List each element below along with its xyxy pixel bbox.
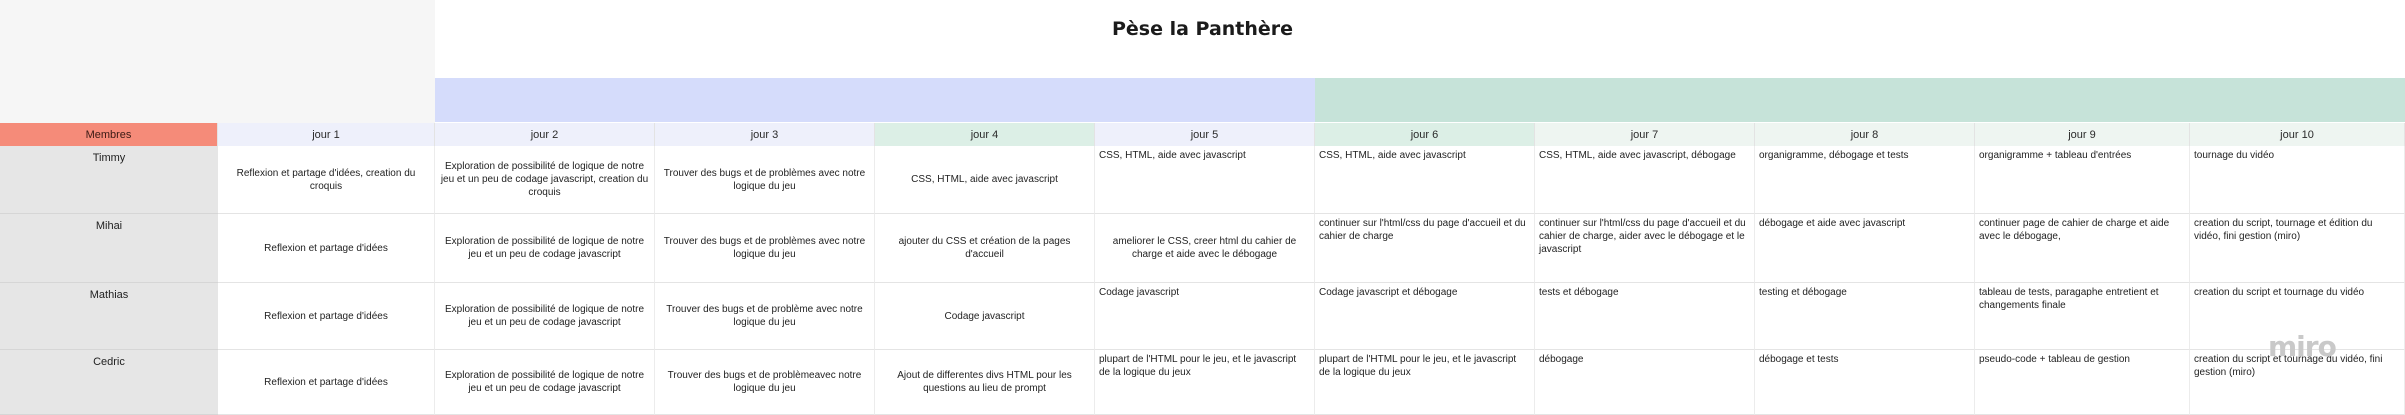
table-cell[interactable]: plupart de l'HTML pour le jeu, et le jav…: [1095, 350, 1315, 415]
table-cell[interactable]: continuer sur l'html/css du page d'accue…: [1535, 214, 1755, 283]
table-cell[interactable]: CSS, HTML, aide avec javascript: [1315, 146, 1535, 214]
table-cell[interactable]: CSS, HTML, aide avec javascript, débogag…: [1535, 146, 1755, 214]
table-cell[interactable]: Reflexion et partage d'idées, creation d…: [218, 146, 435, 214]
day-header: jour 9: [1975, 123, 2190, 146]
table-cell[interactable]: Codage javascript: [1095, 283, 1315, 350]
table-cell[interactable]: ajouter du CSS et création de la pages d…: [875, 214, 1095, 283]
table-cell[interactable]: tournage du vidéo: [2190, 146, 2405, 214]
day-header: jour 4: [875, 123, 1095, 146]
table-cell[interactable]: pseudo-code + tableau de gestion: [1975, 350, 2190, 415]
day-header: jour 8: [1755, 123, 1975, 146]
table-cell[interactable]: continuer page de cahier de charge et ai…: [1975, 214, 2190, 283]
day-header: jour 1: [218, 123, 435, 146]
table-cell[interactable]: creation du script, tournage et édition …: [2190, 214, 2405, 283]
table-cell[interactable]: CSS, HTML, aide avec javascript: [875, 146, 1095, 214]
table-cell[interactable]: tableau de tests, paragaphe entretient e…: [1975, 283, 2190, 350]
table-cell[interactable]: débogage et tests: [1755, 350, 1975, 415]
day-header: jour 6: [1315, 123, 1535, 146]
table-cell[interactable]: Exploration de possibilité de logique de…: [435, 214, 655, 283]
table-cell[interactable]: CSS, HTML, aide avec javascript: [1095, 146, 1315, 214]
table-cell[interactable]: organigramme, débogage et tests: [1755, 146, 1975, 214]
day-header: jour 3: [655, 123, 875, 146]
table-cell[interactable]: Reflexion et partage d'idées: [218, 214, 435, 283]
table-cell[interactable]: testing et débogage: [1755, 283, 1975, 350]
member-name: Mathias: [0, 283, 218, 350]
table-cell[interactable]: Reflexion et partage d'idées: [218, 283, 435, 350]
table-cell[interactable]: plupart de l'HTML pour le jeu, et le jav…: [1315, 350, 1535, 415]
table-cell[interactable]: débogage: [1535, 350, 1755, 415]
table-cell[interactable]: débogage et aide avec javascript: [1755, 214, 1975, 283]
miro-watermark: miro: [2268, 330, 2337, 363]
day-header: jour 5: [1095, 123, 1315, 146]
table-cell[interactable]: Trouver des bugs et de problèmes avec no…: [655, 214, 875, 283]
board-title: Pèse la Panthère: [1111, 18, 1294, 40]
table-cell[interactable]: ameliorer le CSS, creer html du cahier d…: [1095, 214, 1315, 283]
table-cell[interactable]: tests et débogage: [1535, 283, 1755, 350]
table-cell[interactable]: Exploration de possibilité de logique de…: [435, 350, 655, 415]
members-header: Membres: [0, 123, 218, 146]
table-cell[interactable]: Codage javascript: [875, 283, 1095, 350]
table-cell[interactable]: continuer sur l'html/css du page d'accue…: [1315, 214, 1535, 283]
member-name: Cedric: [0, 350, 218, 415]
member-name: Timmy: [0, 146, 218, 214]
member-name: Mihai: [0, 214, 218, 283]
table-cell[interactable]: Reflexion et partage d'idées: [218, 350, 435, 415]
phase-band-green: [1315, 78, 2405, 122]
table-cell[interactable]: Trouver des bugs et de problèmeavec notr…: [655, 350, 875, 415]
day-header: jour 2: [435, 123, 655, 146]
table-cell[interactable]: Trouver des bugs et de problème avec not…: [655, 283, 875, 350]
table-cell[interactable]: organigramme + tableau d'entrées: [1975, 146, 2190, 214]
day-header: jour 10: [2190, 123, 2405, 146]
day-header: jour 7: [1535, 123, 1755, 146]
table-cell[interactable]: Exploration de possibilité de logique de…: [435, 283, 655, 350]
table-cell[interactable]: Trouver des bugs et de problèmes avec no…: [655, 146, 875, 214]
table-cell[interactable]: Codage javascript et débogage: [1315, 283, 1535, 350]
table-cell[interactable]: Exploration de possibilité de logique de…: [435, 146, 655, 214]
phase-band-blue: [435, 78, 1315, 122]
table-cell[interactable]: Ajout de differentes divs HTML pour les …: [875, 350, 1095, 415]
